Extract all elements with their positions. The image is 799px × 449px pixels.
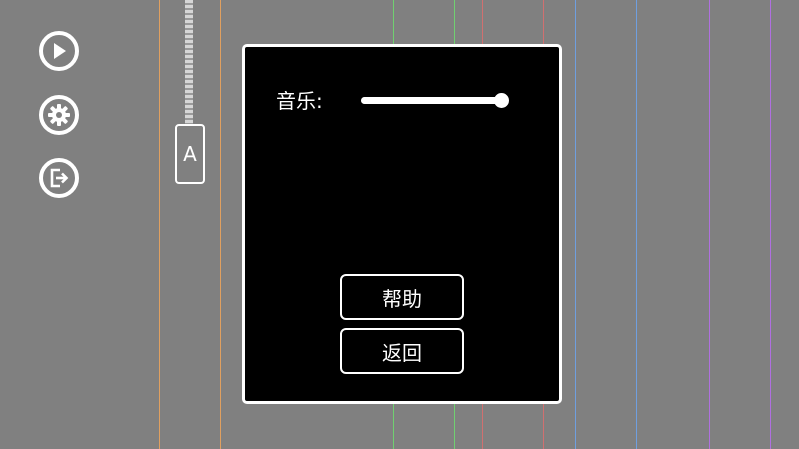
back-button[interactable]: 返回 xyxy=(340,328,464,374)
slider-knob[interactable] xyxy=(494,93,509,108)
lane-line-purple-2 xyxy=(770,0,771,449)
slider-fill xyxy=(361,97,501,104)
lane-line-blue-1 xyxy=(575,0,576,449)
lane-line-orange-2 xyxy=(220,0,221,449)
lane-line-blue-2 xyxy=(636,0,637,449)
gear-icon xyxy=(48,104,70,126)
exit-button[interactable] xyxy=(39,158,79,198)
zipper-handle-label: A xyxy=(183,142,197,166)
settings-dialog: 音乐: 帮助 返回 xyxy=(242,44,562,404)
music-label: 音乐: xyxy=(276,89,323,113)
lane-line-orange-1 xyxy=(159,0,160,449)
settings-button[interactable] xyxy=(39,95,79,135)
play-button[interactable] xyxy=(39,31,79,71)
lane-line-purple-1 xyxy=(709,0,710,449)
help-button[interactable]: 帮助 xyxy=(340,274,464,320)
zipper-track xyxy=(185,0,193,125)
play-icon xyxy=(54,43,66,59)
zipper-handle[interactable]: A xyxy=(175,124,205,184)
exit-icon xyxy=(50,168,69,188)
music-volume-slider[interactable] xyxy=(361,91,509,111)
